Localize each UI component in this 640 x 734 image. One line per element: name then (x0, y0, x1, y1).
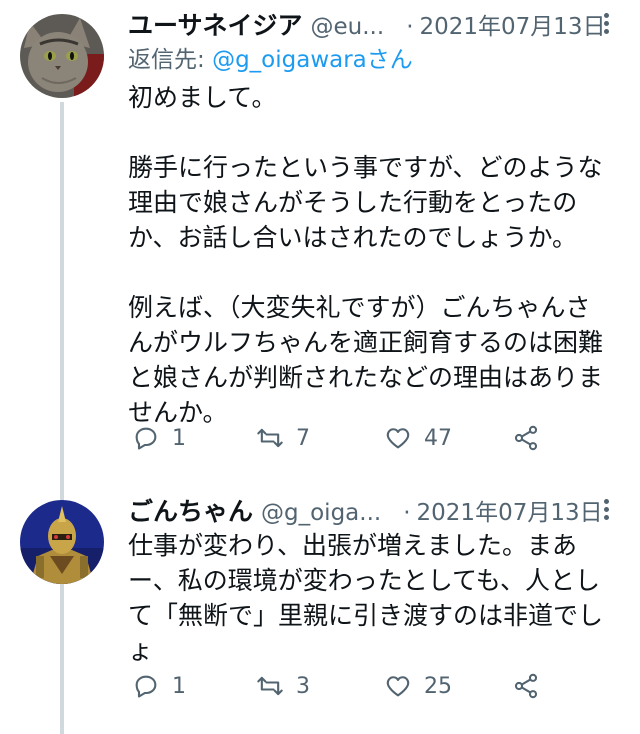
avatar-cat[interactable] (20, 14, 104, 98)
more-icon[interactable] (600, 10, 612, 40)
reply-count: 1 (172, 673, 186, 699)
reply-icon (135, 427, 157, 450)
display-name[interactable]: ごんちゃん (128, 492, 253, 528)
retweet-count: 7 (296, 425, 310, 451)
share-button[interactable] (512, 424, 540, 452)
body-line: んがウルフちゃんを適正飼育するのは困難 (128, 328, 604, 357)
reply-count: 1 (172, 425, 186, 451)
tweet-actions: 1 3 25 (128, 672, 548, 712)
reply-mention-link[interactable]: @g_oigawara (212, 47, 367, 73)
retweet-button[interactable]: 3 (256, 672, 310, 700)
tweet-date[interactable]: 2021年07月13日 (420, 7, 606, 41)
tweet-header: ごんちゃん @g_oiga... · 2021年07月13日 (128, 492, 603, 532)
like-button[interactable]: 47 (384, 424, 452, 452)
body-line: 例えば、（大変失礼ですが）ごんちゃんさ (128, 293, 591, 322)
retweet-icon (257, 676, 283, 696)
separator: · (403, 500, 411, 526)
tweet-body: 仕事が変わり、出張が増えました。まあ ー、私の環境が変わったとしても、人とし て… (128, 528, 618, 668)
tweet-body: 初めまして。 勝手に行ったという事ですが、どのような 理由で娘さんがそうした行動… (128, 80, 618, 430)
body-line: と娘さんが判断されたなどの理由はありま (128, 363, 604, 392)
body-line: 初めまして。 (128, 83, 277, 112)
reply-suffix: さん (366, 47, 413, 73)
body-line: 理由で娘さんがそうした行動をとったの (128, 188, 578, 217)
heart-icon (386, 428, 410, 449)
reply-prefix: 返信先: (128, 47, 205, 73)
share-icon (514, 425, 538, 451)
retweet-icon (257, 428, 283, 448)
reply-icon (135, 675, 157, 698)
body-line: 勝手に行ったという事ですが、どのような (128, 153, 603, 182)
reply-button[interactable]: 1 (132, 672, 186, 700)
share-button[interactable] (512, 672, 540, 700)
body-line: ょ (128, 636, 154, 665)
display-name[interactable]: ユーサネイジア (128, 6, 303, 42)
user-handle[interactable]: @g_oiga... (261, 500, 381, 526)
retweet-button[interactable]: 7 (256, 424, 310, 452)
share-icon (514, 673, 538, 699)
tweet-2: ごんちゃん @g_oiga... · 2021年07月13日 仕事が変わり、出張… (0, 480, 640, 734)
retweet-count: 3 (296, 673, 310, 699)
tweet-actions: 1 7 47 (128, 424, 548, 464)
heart-icon (386, 676, 410, 697)
separator: · (406, 14, 414, 40)
reply-button[interactable]: 1 (132, 424, 186, 452)
body-line: ー、私の環境が変わったとしても、人とし (128, 566, 601, 595)
like-count: 47 (424, 425, 452, 451)
tweet-1: ユーサネイジア @eu... · 2021年07月13日 返信先: @g_oig… (0, 0, 640, 480)
reply-to-line: 返信先: @g_oigawaraさん (128, 40, 413, 74)
body-line: 仕事が変わり、出張が増えました。まあ (128, 531, 578, 560)
body-line: か、お話し合いはされたのでしょうか。 (128, 223, 578, 252)
tweet-date[interactable]: 2021年07月13日 (417, 493, 603, 527)
like-button[interactable]: 25 (384, 672, 452, 700)
user-handle[interactable]: @eu... (311, 14, 385, 40)
body-line: て「無断で」里親に引き渡すのは非道でし (128, 601, 604, 630)
avatar-figure[interactable] (20, 500, 104, 584)
like-count: 25 (424, 673, 452, 699)
more-icon[interactable] (600, 496, 612, 526)
